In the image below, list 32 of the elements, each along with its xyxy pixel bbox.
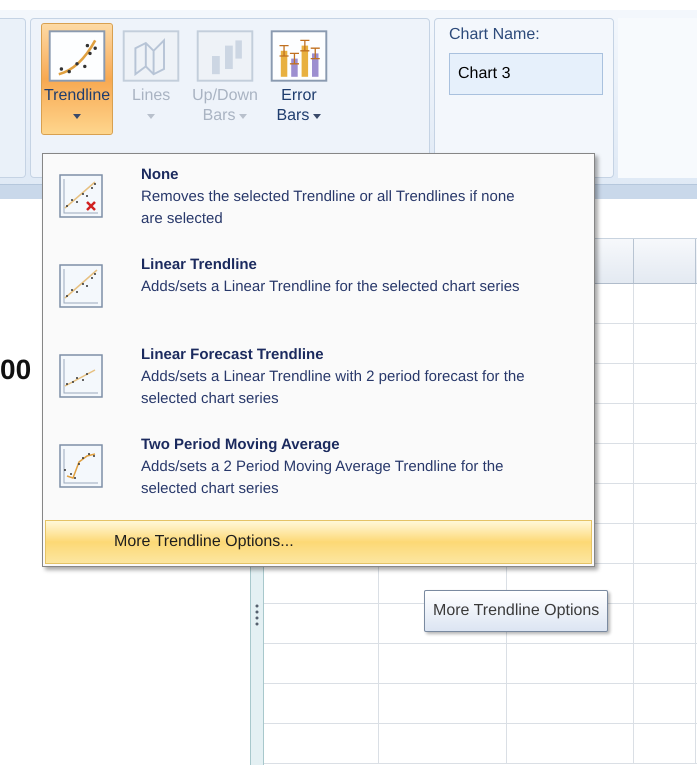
caret-icon (313, 114, 322, 118)
trendline-icon (59, 174, 103, 218)
menu-item-description: Removes the selected Trendline or all Trendlines if none are selected (141, 187, 516, 229)
menu-item[interactable]: None Removes the selected Trendline or all Trendlines if none are selected (45, 156, 592, 246)
caret-icon (239, 114, 248, 118)
more-options-item[interactable]: More Trendline Options... (45, 520, 592, 564)
chart-icon (196, 30, 254, 82)
menu-item[interactable]: Linear Forecast Trendline Adds/sets a Linear Trendline with 2 period forecast for the selected chart series (45, 336, 592, 426)
caret-icon (73, 114, 82, 118)
menu-item[interactable]: Two Period Moving Average Adds/sets a 2 Period Moving Average Trendline for the selected chart series (45, 426, 592, 516)
cell-text: 00 (0, 353, 32, 387)
ribbon-button[interactable]: Trendline (41, 23, 114, 135)
chart-icon (270, 30, 328, 82)
ribbon-button[interactable]: Error Bars (266, 23, 331, 135)
tooltip: More Trendline Options (424, 590, 608, 632)
menu-item[interactable]: Linear Trendline Adds/sets a Linear Trendline for the selected chart series (45, 246, 592, 336)
chart-name-field[interactable]: Chart 3 (449, 53, 603, 95)
chart-icon (122, 30, 180, 82)
menu-item-description: Adds/sets a 2 Period Moving Average Trendline for the selected chart series (141, 457, 504, 499)
trendline-icon (59, 264, 103, 308)
trendline-icon (59, 354, 103, 398)
menu-item-title: Linear Trendline (141, 255, 258, 275)
menu-item-title: None (141, 165, 180, 185)
caret-icon (147, 114, 156, 118)
menu-item-description: Adds/sets a Linear Trendline for the selected chart series (141, 277, 521, 297)
chart-icon (48, 30, 106, 82)
resize-handle-icon[interactable] (255, 604, 259, 626)
menu-item-title: Linear Forecast Trendline (141, 345, 325, 365)
menu-item-description: Adds/sets a Linear Trendline with 2 period forecast for the selected chart series (141, 367, 526, 409)
trendline-icon (59, 444, 103, 488)
menu-item-title: Two Period Moving Average (141, 435, 341, 455)
chart-name-label: Chart Name: (449, 25, 541, 45)
